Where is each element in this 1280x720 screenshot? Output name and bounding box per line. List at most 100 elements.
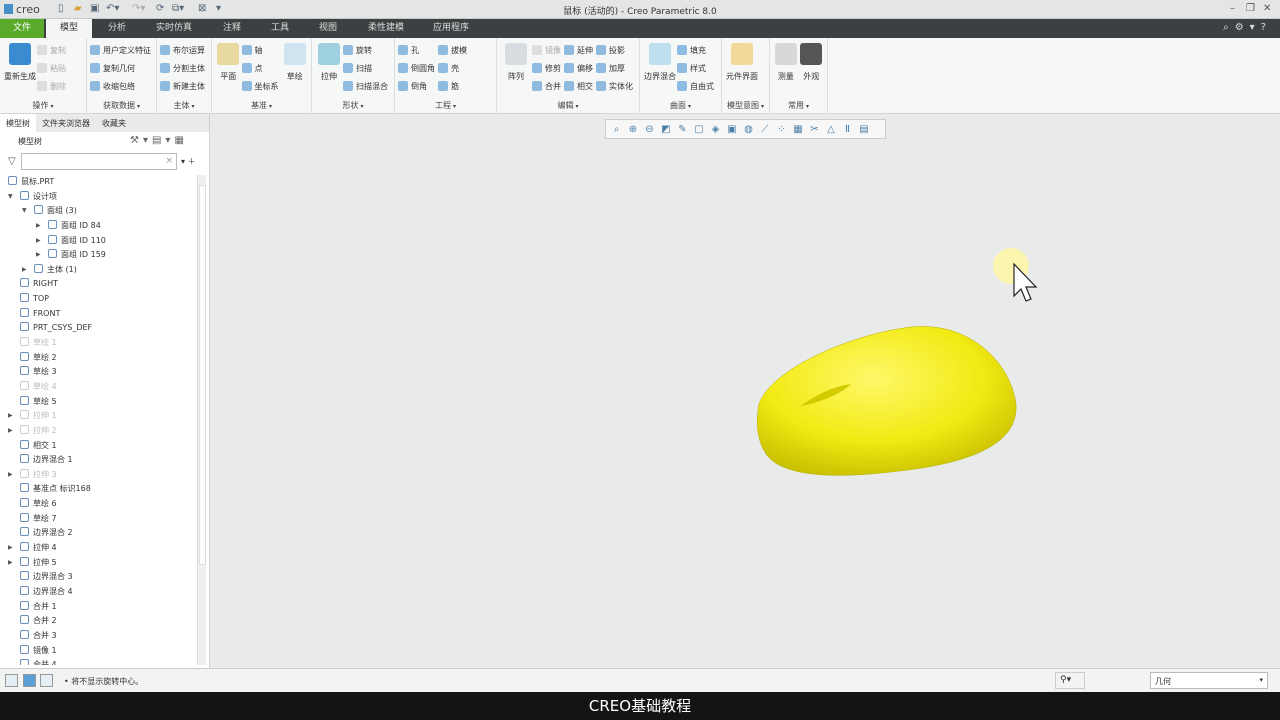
- tab-folder-browser[interactable]: 文件夹浏览器: [36, 114, 96, 132]
- expand-arrow-icon[interactable]: ▶: [22, 263, 27, 278]
- ribbon-button[interactable]: 拔模: [438, 41, 467, 59]
- tab-annotate[interactable]: 注释: [210, 19, 254, 38]
- ribbon-button[interactable]: 镜像: [532, 41, 561, 59]
- tree-item[interactable]: FRONT: [0, 307, 196, 322]
- ribbon-button[interactable]: 自由式: [677, 77, 714, 95]
- group-label[interactable]: 基准: [212, 100, 311, 111]
- tree-toggle-icon[interactable]: [5, 674, 18, 687]
- tree-item[interactable]: ▼ 设计项: [0, 190, 196, 205]
- tab-view[interactable]: 视图: [306, 19, 350, 38]
- tab-analysis[interactable]: 分析: [95, 19, 139, 38]
- tree-item[interactable]: RIGHT: [0, 277, 196, 292]
- ribbon-button[interactable]: 用户定义特征: [90, 41, 151, 59]
- tree-item[interactable]: ▼ 面组 (3): [0, 204, 196, 219]
- tree-item[interactable]: ▶ 面组 ID 110: [0, 234, 196, 249]
- tree-item[interactable]: 合并 3: [0, 629, 196, 644]
- tree-item[interactable]: PRT_CSYS_DEF: [0, 321, 196, 336]
- expand-arrow-icon[interactable]: ▶: [8, 468, 13, 483]
- restore-icon[interactable]: ❐: [1246, 3, 1255, 14]
- tree-search-input[interactable]: [22, 154, 162, 169]
- ribbon-button[interactable]: 样式: [677, 59, 714, 77]
- tree-item[interactable]: 边界混合 4: [0, 585, 196, 600]
- expand-arrow-icon[interactable]: ▼: [22, 204, 27, 219]
- ribbon-button[interactable]: 复制几何: [90, 59, 151, 77]
- ribbon-button[interactable]: 倒圆角: [398, 59, 435, 77]
- tree-item[interactable]: 相交 1: [0, 439, 196, 454]
- tree-item[interactable]: 边界混合 2: [0, 526, 196, 541]
- ribbon-button[interactable]: 填充: [677, 41, 714, 59]
- ribbon-button[interactable]: 偏移: [564, 59, 593, 77]
- tree-item[interactable]: ▶ 拉伸 1: [0, 409, 196, 424]
- graphics-window[interactable]: ⌕ ⊕ ⊖ ◩ ✎ ▢ ◈ ▣ ◍ ⟋ ⁘ ▦ ✂ △ Ⅱ ▤: [211, 114, 1280, 668]
- clear-icon[interactable]: ×: [165, 156, 173, 166]
- ribbon-button[interactable]: 合并: [532, 77, 561, 95]
- tree-item[interactable]: ▶ 拉伸 5: [0, 556, 196, 571]
- tree-item[interactable]: ▶ 主体 (1): [0, 263, 196, 278]
- tree-item[interactable]: ▶ 面组 ID 84: [0, 219, 196, 234]
- tree-item[interactable]: 草绘 5: [0, 395, 196, 410]
- ribbon-button[interactable]: 扫描: [343, 59, 388, 77]
- ribbon-button[interactable]: 延伸: [564, 41, 593, 59]
- ribbon-button[interactable]: 新建主体: [160, 77, 205, 95]
- tree-settings-icon[interactable]: ⚒▾▤▾▦: [130, 135, 188, 146]
- tree-scrollbar[interactable]: [197, 175, 206, 665]
- ribbon-button[interactable]: 坐标系: [241, 77, 279, 95]
- expand-arrow-icon[interactable]: ▶: [36, 248, 41, 263]
- group-label[interactable]: 常用: [770, 100, 827, 111]
- ribbon-button[interactable]: 点: [241, 59, 279, 77]
- filter-icon[interactable]: ▽: [8, 156, 16, 167]
- tree-item[interactable]: 草绘 3: [0, 365, 196, 380]
- tree-item[interactable]: 合并 2: [0, 614, 196, 629]
- ribbon-button[interactable]: 投影: [596, 41, 633, 59]
- mouse-model[interactable]: [211, 114, 1280, 668]
- tree-item[interactable]: 边界混合 3: [0, 570, 196, 585]
- ribbon-button[interactable]: 筋: [438, 77, 467, 95]
- ribbon-button[interactable]: 修剪: [532, 59, 561, 77]
- tree-item[interactable]: 草绘 4: [0, 380, 196, 395]
- browser-toggle-icon[interactable]: [23, 674, 36, 687]
- tree-item[interactable]: 鼠标.PRT: [0, 175, 196, 190]
- ribbon-button[interactable]: 孔: [398, 41, 435, 59]
- group-label[interactable]: 模型意图: [722, 100, 769, 111]
- expand-arrow-icon[interactable]: ▶: [8, 541, 13, 556]
- expand-arrow-icon[interactable]: ▶: [36, 219, 41, 234]
- group-label[interactable]: 获取数据: [87, 100, 156, 111]
- ribbon-button[interactable]: 倒角: [398, 77, 435, 95]
- ribbon-button[interactable]: 相交: [564, 77, 593, 95]
- ribbon-button[interactable]: 粘贴: [37, 59, 66, 77]
- group-label[interactable]: 主体: [157, 100, 211, 111]
- ribbon-button[interactable]: 分割主体: [160, 59, 205, 77]
- tree-item[interactable]: ▶ 拉伸 3: [0, 468, 196, 483]
- close-icon[interactable]: ✕: [1263, 3, 1271, 14]
- tree-item[interactable]: ▶ 面组 ID 159: [0, 248, 196, 263]
- minimize-icon[interactable]: –: [1230, 3, 1235, 14]
- tree-item[interactable]: ▶ 拉伸 4: [0, 541, 196, 556]
- expand-arrow-icon[interactable]: ▶: [8, 424, 13, 439]
- ribbon-button[interactable]: 收缩包络: [90, 77, 151, 95]
- fullscreen-icon[interactable]: [40, 674, 53, 687]
- find-button[interactable]: ⚲▾: [1055, 672, 1085, 689]
- tree-item[interactable]: 边界混合 1: [0, 453, 196, 468]
- ribbon-button[interactable]: 轴: [241, 41, 279, 59]
- group-label[interactable]: 操作: [0, 100, 86, 111]
- dropdown-icon[interactable]: ▾ ＋: [181, 156, 196, 167]
- ribbon-button[interactable]: 布尔运算: [160, 41, 205, 59]
- selection-filter[interactable]: 几何: [1150, 672, 1268, 689]
- tab-file[interactable]: 文件: [0, 19, 44, 38]
- tab-favorites[interactable]: 收藏夹: [96, 114, 132, 132]
- tab-model[interactable]: 模型: [46, 19, 92, 38]
- scroll-thumb[interactable]: [199, 185, 206, 565]
- tree-item[interactable]: 草绘 2: [0, 351, 196, 366]
- group-label[interactable]: 编辑: [497, 100, 639, 111]
- expand-arrow-icon[interactable]: ▶: [36, 234, 41, 249]
- tree-item[interactable]: 镜像 1: [0, 644, 196, 659]
- ribbon-button[interactable]: 加厚: [596, 59, 633, 77]
- group-label[interactable]: 形状: [312, 100, 394, 111]
- ribbon-button[interactable]: 旋转: [343, 41, 388, 59]
- tab-flexible-modeling[interactable]: 柔性建模: [358, 19, 414, 38]
- tree-item[interactable]: ▶ 拉伸 2: [0, 424, 196, 439]
- ribbon-button[interactable]: 复制: [37, 41, 66, 59]
- tab-simulation[interactable]: 实时仿真: [145, 19, 203, 38]
- ribbon-button[interactable]: 实体化: [596, 77, 633, 95]
- tree-item[interactable]: 合并 1: [0, 600, 196, 615]
